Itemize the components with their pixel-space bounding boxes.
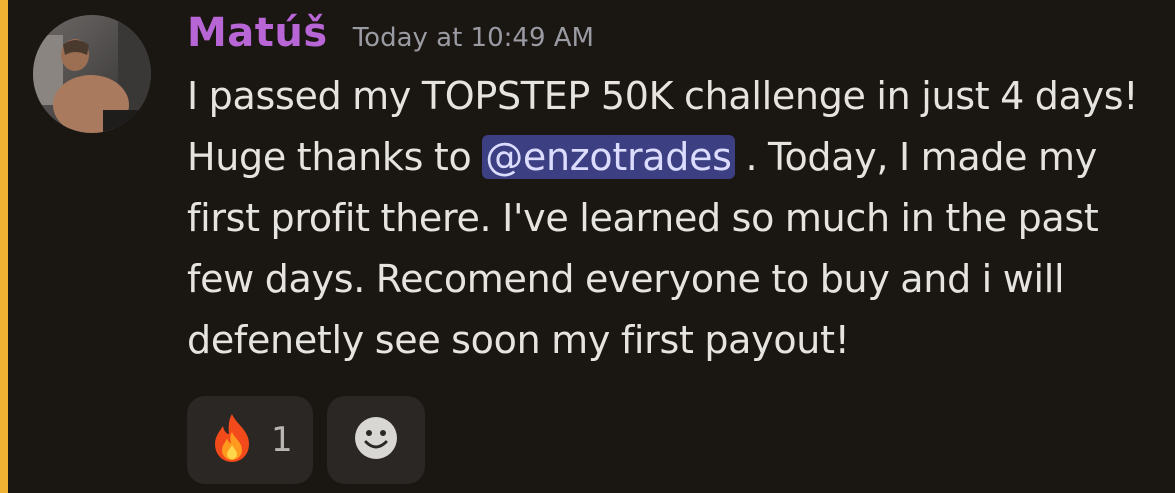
reaction-fire[interactable]: 1 (187, 396, 313, 484)
user-mention[interactable]: @enzotrades (482, 135, 735, 179)
add-reaction-button[interactable] (327, 396, 425, 484)
username[interactable]: Matúš (187, 10, 328, 56)
reactions-bar: 1 (187, 396, 425, 484)
chat-message-view: Matúš Today at 10:49 AM I passed my TOPS… (0, 0, 1175, 493)
fire-icon (209, 412, 255, 468)
message-body: Matúš Today at 10:49 AM I passed my TOPS… (187, 10, 1162, 371)
smiley-add-reaction-icon (353, 415, 399, 465)
message-header: Matúš Today at 10:49 AM (187, 10, 1162, 66)
timestamp: Today at 10:49 AM (352, 23, 594, 53)
avatar[interactable] (33, 15, 151, 133)
reaction-count: 1 (271, 420, 293, 460)
message-content: I passed my TOPSTEP 50K challenge in jus… (187, 66, 1162, 371)
mention-highlight-bar (0, 0, 8, 493)
